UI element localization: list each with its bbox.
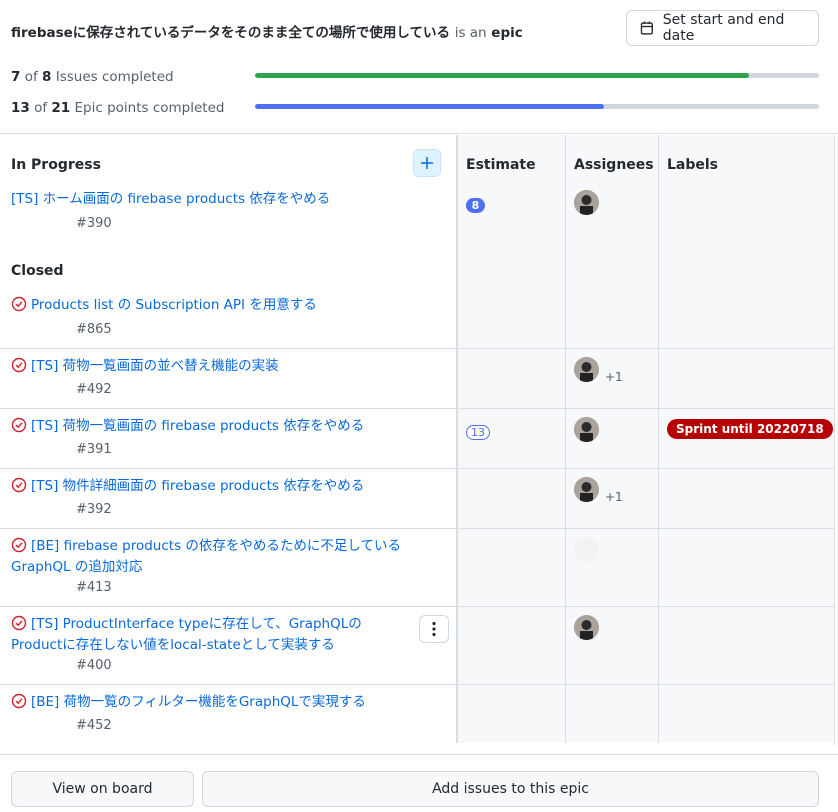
sprint-label[interactable]: Sprint until 20220718: [667, 419, 833, 439]
issue-number: #391: [76, 442, 112, 457]
points-progress-fill: [255, 104, 605, 109]
user-avatar-icon: [574, 417, 599, 442]
estimate-badge: 13: [466, 425, 490, 440]
user-avatar-icon: [574, 357, 599, 382]
row-divider: [0, 606, 834, 607]
assignee-avatar[interactable]: [574, 615, 599, 640]
issue-number: #400: [76, 658, 112, 673]
issue-title-link[interactable]: Products list の Subscription API を用意する: [11, 296, 411, 317]
assignee-avatar-placeholder: [574, 537, 599, 562]
issues-progress-bar: [255, 73, 819, 78]
view-on-board-button[interactable]: View on board: [11, 771, 194, 807]
estimate-badge: 8: [466, 198, 485, 213]
column-divider: [658, 135, 659, 743]
set-date-label: Set start and end date: [662, 12, 785, 44]
points-progress-bar: [255, 104, 819, 109]
closed-issue-icon: [11, 615, 27, 636]
epic-word: epic: [491, 25, 523, 41]
issue-title-link[interactable]: [TS] ホーム画面の firebase products 依存をやめる: [11, 190, 411, 208]
issues-progress-fill: [255, 73, 749, 78]
section-in-progress: In Progress: [11, 157, 101, 173]
issue-title-link[interactable]: [TS] ProductInterface typeに存在して、GraphQLの…: [11, 615, 411, 654]
section-closed: Closed: [11, 263, 64, 279]
closed-issue-icon: [11, 693, 27, 714]
add-issues-button[interactable]: Add issues to this epic: [202, 771, 819, 807]
epic-title-text: firebaseに保存されているデータをそのまま全ての場所で使用している: [11, 25, 450, 41]
set-date-button[interactable]: Set start and end date: [626, 10, 819, 46]
row-divider: [0, 528, 834, 529]
issue-number: #492: [76, 382, 112, 397]
assignee-avatar[interactable]: [574, 417, 599, 442]
column-assignees: Assignees: [574, 157, 654, 173]
epic-header: firebaseに保存されているデータをそのまま全ての場所で使用している is …: [0, 0, 838, 134]
issue-title-link[interactable]: [TS] 物件詳細画面の firebase products 依存をやめる: [11, 477, 411, 498]
row-divider: [0, 408, 834, 409]
epic-title: firebaseに保存されているデータをそのまま全ての場所で使用している is …: [11, 21, 523, 41]
metadata-columns-bg: [458, 135, 834, 743]
extra-assignees-count: +1: [605, 490, 623, 504]
epic-is-an: is an: [454, 25, 487, 41]
closed-issue-icon: [11, 357, 27, 378]
issues-progress-text: 7 of 8 Issues completed: [11, 69, 174, 85]
assignee-avatar[interactable]: [574, 357, 599, 382]
assignee-avatar[interactable]: [574, 477, 599, 502]
issue-number: #390: [76, 216, 112, 231]
user-avatar-icon: [574, 190, 599, 215]
closed-issue-icon: [11, 537, 27, 558]
issue-title-link[interactable]: [TS] 荷物一覧画面の firebase products 依存をやめる: [11, 417, 411, 438]
issue-title-link[interactable]: [BE] firebase products の依存をやめるために不足している G…: [11, 537, 411, 576]
column-labels: Labels: [667, 157, 719, 173]
issue-title-link[interactable]: [TS] 荷物一覧画面の並べ替え機能の実装: [11, 357, 411, 378]
row-options-button[interactable]: [419, 615, 449, 643]
issue-number: #392: [76, 502, 112, 517]
assignee-avatar[interactable]: [574, 190, 599, 215]
plus-icon: [421, 157, 433, 169]
row-divider: [0, 468, 834, 469]
kebab-horizontal-icon: [432, 621, 436, 637]
column-divider: [456, 135, 458, 743]
issue-number: #865: [76, 322, 112, 337]
issues-table: In Progress Estimate Assignees Labels [T…: [0, 135, 835, 745]
closed-issue-icon: [11, 296, 27, 317]
user-avatar-icon: [574, 615, 599, 640]
points-progress-text: 13 of 21 Epic points completed: [11, 100, 225, 116]
issue-number: #452: [76, 718, 112, 733]
user-avatar-icon: [574, 477, 599, 502]
row-divider: [0, 348, 834, 349]
extra-assignees-count: +1: [605, 370, 623, 384]
column-estimate: Estimate: [466, 157, 536, 173]
calendar-icon: [640, 21, 653, 35]
closed-issue-icon: [11, 477, 27, 498]
column-divider: [565, 135, 566, 743]
closed-issue-icon: [11, 417, 27, 438]
issue-title-link[interactable]: [BE] 荷物一覧のフィルター機能をGraphQLで実現する: [11, 693, 411, 714]
add-issue-button[interactable]: [413, 149, 441, 177]
row-divider: [0, 684, 834, 685]
issue-number: #413: [76, 580, 112, 595]
epic-footer: View on board Add issues to this epic: [0, 754, 838, 812]
